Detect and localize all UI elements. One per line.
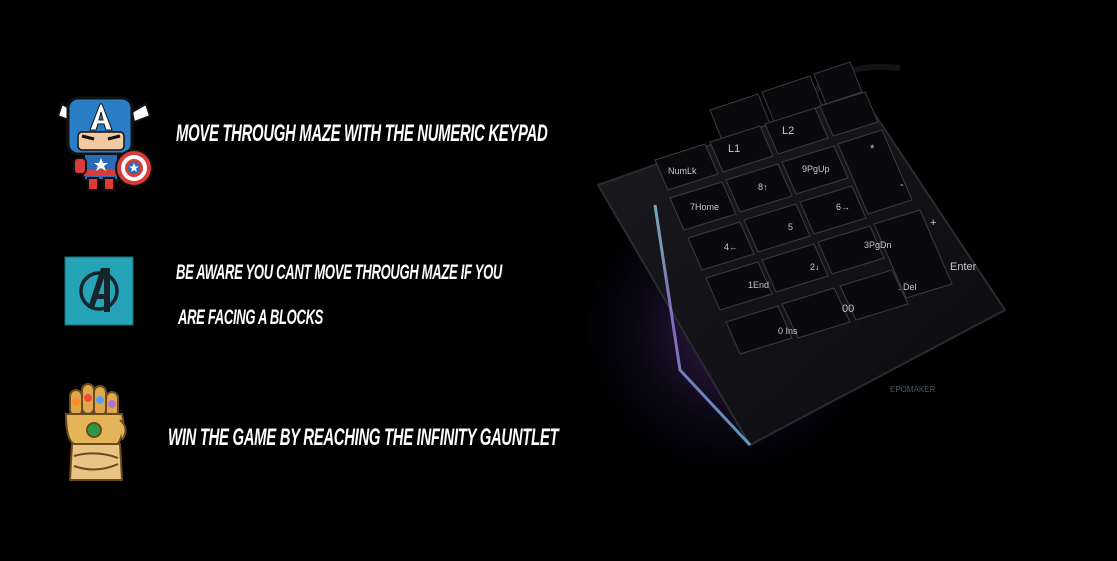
key-0: 0 Ins [778, 326, 798, 336]
key-l1: L1 [728, 143, 740, 155]
keypad-brand-text: EPOMAKER [890, 385, 936, 394]
key-enter: Enter [950, 261, 977, 273]
key-del: . Del [898, 282, 917, 292]
key-8: 8↑ [758, 182, 768, 192]
captain-america-icon [52, 92, 156, 192]
key-numlk: NumLk [668, 166, 697, 176]
avengers-logo-icon [64, 256, 134, 326]
key-3: 3PgDn [864, 240, 892, 250]
infinity-gauntlet-icon [60, 380, 132, 486]
keypad-image: L1 L2 NumLk * - + 7Home 8↑ 9PgUp 4← 5 6→… [560, 40, 1117, 510]
instruction-3-text: Win the game by reaching the infinity ga… [168, 424, 559, 451]
key-00: 00 [842, 303, 854, 315]
instruction-2-text-line-2: are facing A blocks [178, 306, 324, 329]
key-7: 7Home [690, 202, 719, 212]
key-1: 1End [748, 280, 769, 290]
key-5: 5 [788, 222, 793, 232]
key-plus: + [930, 217, 936, 229]
key-minus: - [900, 179, 904, 191]
key-4: 4← [724, 242, 738, 252]
key-6: 6→ [836, 202, 850, 212]
game-screen: Move through maze with the numeric keypa… [0, 0, 1117, 561]
instruction-1-text: Move through maze with the numeric keypa… [176, 120, 548, 147]
key-star: * [870, 143, 875, 155]
key-l2: L2 [782, 125, 794, 137]
instruction-2-text-line-1: be aware you cant move through maze if y… [176, 261, 503, 284]
key-9: 9PgUp [802, 164, 830, 174]
key-2: 2↓ [810, 262, 820, 272]
